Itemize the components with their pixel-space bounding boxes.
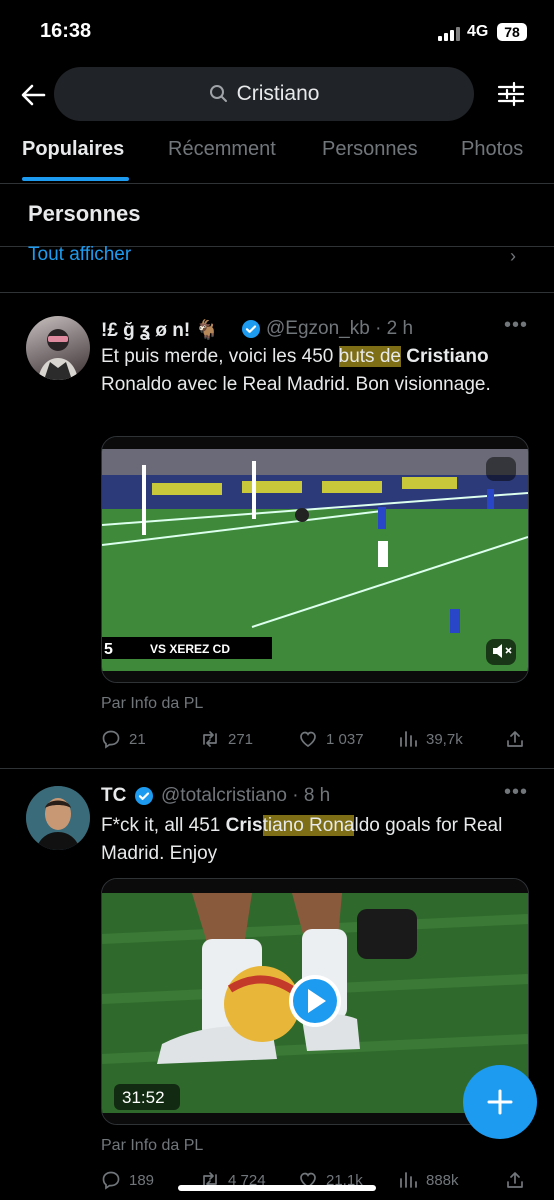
tab-recemment[interactable]: Récemment [168, 138, 276, 161]
text-part: Ronaldo avec le Real Madrid. Bon visionn… [101, 374, 491, 395]
highlighted-text: buts de [338, 346, 401, 367]
active-tab-indicator [22, 177, 129, 181]
reply-icon [102, 1171, 120, 1190]
status-time: 16:38 [40, 20, 92, 42]
search-input[interactable]: Cristiano [54, 67, 474, 121]
more-icon[interactable]: ••• [504, 781, 528, 804]
tweet-text: F*ck it, all 451 Cristiano Ronaldo goals… [101, 812, 531, 868]
filter-icon[interactable] [497, 80, 525, 108]
verified-icon [135, 787, 153, 805]
view-count: 888k [426, 1171, 459, 1189]
tab-photos[interactable]: Photos [461, 138, 523, 161]
back-arrow-icon[interactable] [18, 80, 48, 110]
section-title: Personnes [28, 201, 141, 226]
avatar[interactable] [26, 316, 90, 380]
divider [0, 768, 554, 769]
divider [0, 183, 554, 184]
text-part: Et puis merde, voici les 450 [101, 346, 339, 367]
see-all-link[interactable]: Tout afficher [28, 244, 131, 266]
reply-count: 189 [129, 1171, 155, 1189]
tweet-source: Par Info da PL [101, 695, 204, 712]
search-match-text: Cristiano [406, 346, 489, 367]
views-button[interactable]: 39,7k [398, 729, 463, 749]
avatar[interactable] [26, 786, 90, 850]
reply-icon [102, 730, 120, 749]
compose-button[interactable] [463, 1065, 537, 1139]
search-icon [209, 85, 227, 102]
text-part: F*ck it, all 451 [101, 815, 226, 836]
tweet-source: Par Info da PL [101, 1137, 204, 1154]
video-duration: 31:52 [122, 1088, 165, 1107]
battery-indicator: 78 [497, 23, 527, 41]
home-indicator[interactable] [178, 1185, 376, 1191]
highlighted-text: tiano Rona [262, 815, 355, 836]
retweet-count: 271 [228, 730, 254, 748]
more-icon[interactable]: ••• [504, 314, 528, 337]
tweet-author-name[interactable]: TC [101, 785, 126, 807]
like-button[interactable]: 1 037 [298, 729, 364, 749]
mute-icon[interactable] [485, 638, 515, 664]
share-icon [507, 1172, 523, 1188]
tab-personnes[interactable]: Personnes [322, 138, 418, 161]
signal-icon [438, 27, 460, 41]
tweet-time: · 2 h [375, 318, 414, 339]
share-icon [507, 731, 523, 747]
handle-text: @Egzon_kb [266, 318, 370, 339]
retweet-button[interactable]: 271 [200, 729, 253, 749]
share-button[interactable] [505, 1170, 525, 1190]
views-button[interactable]: 888k [398, 1170, 459, 1190]
chevron-right-icon: › [510, 246, 516, 266]
tweet-author-name[interactable]: !£ ğ ʓ ø n! 🐐 [101, 318, 219, 342]
reply-button[interactable]: 189 [101, 1170, 154, 1190]
view-count: 39,7k [426, 730, 463, 748]
reply-button[interactable]: 21 [101, 729, 146, 749]
views-icon [400, 1172, 417, 1188]
compose-icon [487, 1089, 513, 1115]
divider [0, 292, 554, 293]
verified-icon [242, 320, 260, 338]
play-icon[interactable] [288, 974, 340, 1026]
retweet-icon [203, 731, 217, 747]
search-match-text: Cris [225, 815, 263, 836]
tweet-time: · 8 h [292, 785, 331, 806]
network-type: 4G [467, 23, 489, 40]
tweet-video[interactable]: 5 VS XEREZ CD [101, 436, 529, 683]
tab-populaires[interactable]: Populaires [22, 138, 124, 161]
pip-icon[interactable] [485, 456, 515, 480]
tweet-handle: @totalcristiano · 8 h [161, 785, 330, 807]
handle-text: @totalcristiano [161, 785, 287, 806]
views-icon [400, 731, 417, 747]
tweet-handle: @Egzon_kb · 2 h [266, 318, 413, 340]
share-button[interactable] [505, 729, 525, 749]
video-overlay-number: 5 [104, 641, 113, 658]
like-count: 1 037 [326, 730, 364, 748]
search-query: Cristiano [236, 82, 320, 105]
video-overlay-text: VS XEREZ CD [150, 642, 230, 656]
reply-count: 21 [129, 730, 146, 748]
like-icon [300, 731, 316, 748]
tweet-text: Et puis merde, voici les 450 buts de Cri… [101, 343, 531, 399]
